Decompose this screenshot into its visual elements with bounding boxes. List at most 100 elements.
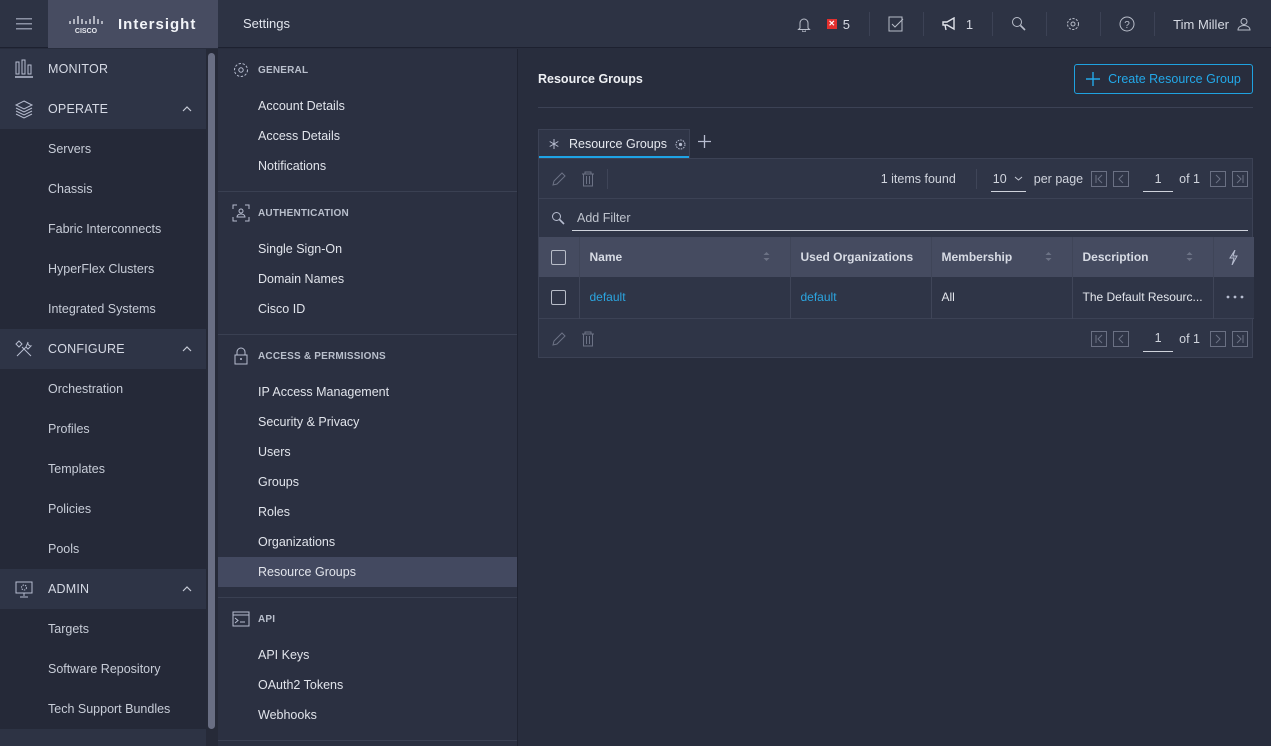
search-button[interactable] xyxy=(992,0,1046,48)
chevron-left-icon xyxy=(1118,334,1124,343)
menu-toggle-button[interactable] xyxy=(0,0,48,48)
column-header-description[interactable]: Description xyxy=(1072,237,1214,277)
notifications-button[interactable]: ✕ 5 xyxy=(778,0,869,48)
items-found: 1 items found xyxy=(880,172,956,186)
settings-item-single-sign-on[interactable]: Single Sign-On xyxy=(218,234,517,264)
sort-icon[interactable] xyxy=(1045,251,1052,262)
prev-page-button[interactable] xyxy=(1113,171,1130,187)
row-checkbox[interactable] xyxy=(551,289,566,305)
settings-item-oauth2-tokens[interactable]: OAuth2 Tokens xyxy=(218,670,517,700)
nav-item-templates[interactable]: Templates xyxy=(0,449,206,489)
nav-item-targets[interactable]: Targets xyxy=(0,609,206,649)
column-header-membership[interactable]: Membership xyxy=(931,237,1073,277)
table-footer: 1 of 1 xyxy=(539,319,1252,359)
settings-item-users[interactable]: Users xyxy=(218,437,517,467)
nav-section-configure[interactable]: CONFIGURE xyxy=(0,329,218,369)
megaphone-icon xyxy=(942,17,955,31)
first-page-icon xyxy=(1095,174,1103,184)
announcements-button[interactable]: 1 xyxy=(922,0,992,48)
nav-item-servers[interactable]: Servers xyxy=(0,129,206,169)
brand[interactable]: CISCO Intersight xyxy=(48,0,218,48)
settings-item-notifications[interactable]: Notifications xyxy=(218,151,517,181)
nav-item-tech-support-bundles[interactable]: Tech Support Bundles xyxy=(0,689,206,729)
page-size-select[interactable]: 10 xyxy=(990,166,1026,192)
alarm-critical-icon: ✕ xyxy=(826,19,837,29)
nav-item-fabric-interconnects[interactable]: Fabric Interconnects xyxy=(0,209,206,249)
first-page-icon xyxy=(1095,334,1103,343)
nav-item-chassis[interactable]: Chassis xyxy=(0,169,206,209)
sort-icon[interactable] xyxy=(1186,251,1193,262)
sort-icon[interactable] xyxy=(763,251,770,262)
column-header-name[interactable]: Name xyxy=(579,237,791,277)
row-actions-button[interactable] xyxy=(1213,277,1254,318)
tools-icon xyxy=(15,340,33,357)
per-page-label: per page xyxy=(1033,172,1084,186)
add-tab-button[interactable] xyxy=(698,135,711,148)
settings-item-ip-access-management[interactable]: IP Access Management xyxy=(218,377,517,407)
column-header-actions[interactable] xyxy=(1213,237,1254,277)
column-header-used-organizations[interactable]: Used Organizations xyxy=(790,237,932,277)
settings-item-cisco-id[interactable]: Cisco ID xyxy=(218,294,517,324)
chevron-up-icon xyxy=(182,106,192,112)
add-filter-input[interactable] xyxy=(572,205,1248,231)
lock-icon xyxy=(234,347,248,365)
nav-item-policies[interactable]: Policies xyxy=(0,489,206,529)
last-page-button[interactable] xyxy=(1232,330,1248,347)
settings-item-account-details[interactable]: Account Details xyxy=(218,91,517,121)
last-page-icon xyxy=(1236,334,1244,343)
first-page-button[interactable] xyxy=(1091,171,1108,187)
tab-resource-groups[interactable]: Resource Groups xyxy=(538,129,690,159)
help-button[interactable]: ? xyxy=(1100,0,1154,48)
nav-item-hyperflex-clusters[interactable]: HyperFlex Clusters xyxy=(0,249,206,289)
chevron-right-icon xyxy=(1215,334,1221,343)
user-menu-button[interactable]: Tim Miller xyxy=(1154,0,1271,48)
last-page-button[interactable] xyxy=(1232,171,1248,187)
settings-group-authentication: AUTHENTICATION Single Sign-On Domain Nam… xyxy=(218,192,517,335)
create-resource-group-button[interactable]: Create Resource Group xyxy=(1074,64,1253,94)
row-used-organizations-link[interactable]: default xyxy=(801,290,837,304)
edit-icon[interactable] xyxy=(551,331,567,347)
svg-text:CISCO: CISCO xyxy=(75,28,98,34)
settings-item-organizations[interactable]: Organizations xyxy=(218,527,517,557)
delete-icon[interactable] xyxy=(581,171,595,187)
cisco-logo-icon: CISCO xyxy=(69,16,103,34)
filter-row xyxy=(539,199,1252,237)
nav-section-operate[interactable]: OPERATE xyxy=(0,89,218,129)
nav-item-pools[interactable]: Pools xyxy=(0,529,206,569)
page-number-input[interactable]: 1 xyxy=(1143,326,1174,352)
settings-item-roles[interactable]: Roles xyxy=(218,497,517,527)
last-page-icon xyxy=(1236,174,1244,184)
settings-item-access-details[interactable]: Access Details xyxy=(218,121,517,151)
tab-settings-icon[interactable] xyxy=(675,139,686,150)
next-page-button[interactable] xyxy=(1210,330,1226,347)
settings-item-webhooks[interactable]: Webhooks xyxy=(218,700,517,730)
settings-item-security-privacy[interactable]: Security & Privacy xyxy=(218,407,517,437)
row-name-link[interactable]: default xyxy=(590,290,626,304)
settings-item-resource-groups[interactable]: Resource Groups xyxy=(218,557,517,587)
first-page-button[interactable] xyxy=(1091,330,1108,347)
nav-item-software-repository[interactable]: Software Repository xyxy=(0,649,206,689)
top-bar: CISCO Intersight Settings ✕ 5 1 ? Tim Mi… xyxy=(0,0,1271,48)
nav-item-profiles[interactable]: Profiles xyxy=(0,409,206,449)
resource-groups-table-panel: 1 items found 10 per page 1 of 1 Add Fil… xyxy=(538,158,1254,359)
requests-button[interactable] xyxy=(868,0,923,48)
settings-button[interactable] xyxy=(1046,0,1100,48)
edit-icon[interactable] xyxy=(551,171,567,187)
gear-icon xyxy=(1067,18,1080,30)
settings-group-general: GENERAL Account Details Access Details N… xyxy=(218,49,517,192)
next-page-button[interactable] xyxy=(1210,171,1226,187)
settings-item-api-keys[interactable]: API Keys xyxy=(218,640,517,670)
settings-item-domain-names[interactable]: Domain Names xyxy=(218,264,517,294)
select-all-checkbox[interactable] xyxy=(551,249,566,265)
nav-scrollbar[interactable] xyxy=(208,53,215,729)
plus-icon xyxy=(1086,72,1101,86)
prev-page-button[interactable] xyxy=(1113,330,1130,347)
nav-item-orchestration[interactable]: Orchestration xyxy=(0,369,206,409)
settings-item-groups[interactable]: Groups xyxy=(218,467,517,497)
nav-section-monitor[interactable]: MONITOR xyxy=(0,49,218,89)
nav-item-integrated-systems[interactable]: Integrated Systems xyxy=(0,289,206,329)
nav-section-admin[interactable]: ADMIN xyxy=(0,569,218,609)
delete-icon[interactable] xyxy=(581,331,595,347)
page-number-input[interactable]: 1 xyxy=(1143,166,1174,192)
checkbox-tasks-icon xyxy=(888,16,904,32)
